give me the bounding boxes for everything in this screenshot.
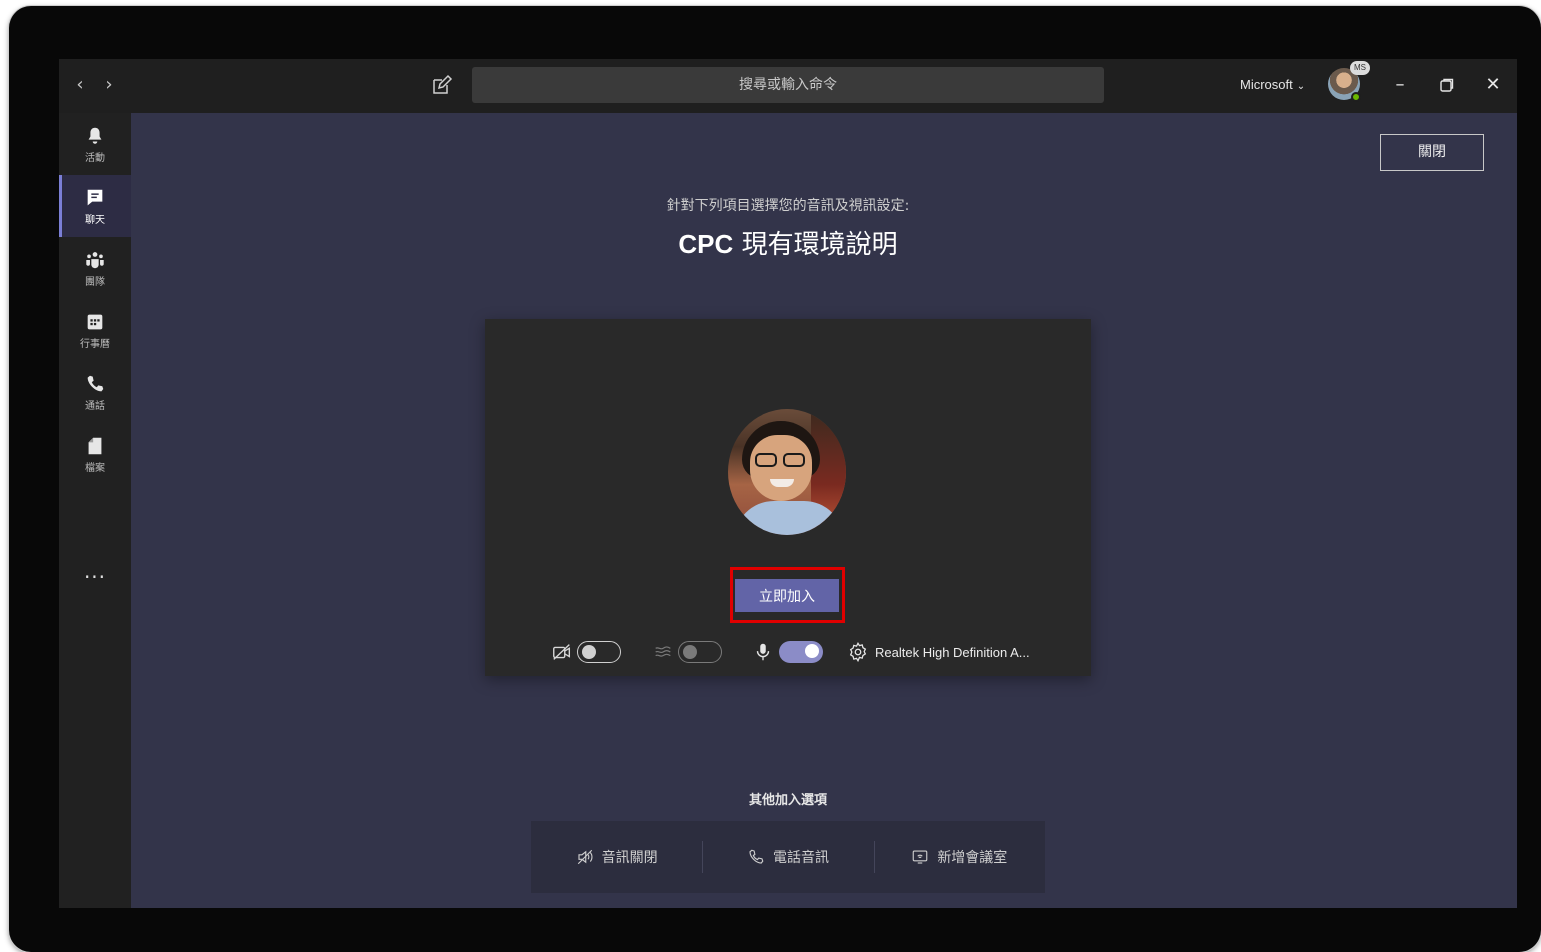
- calendar-icon: [87, 314, 103, 329]
- bell-icon: [88, 127, 102, 144]
- back-arrow-icon[interactable]: ‹: [69, 74, 91, 96]
- gear-icon[interactable]: [847, 641, 869, 663]
- add-room-option[interactable]: 新增會議室: [873, 821, 1045, 893]
- speaker-off-icon: [577, 849, 593, 865]
- meeting-title-prefix: CPC: [678, 229, 734, 259]
- user-avatar: [728, 409, 846, 535]
- rail-label: 活動: [85, 152, 105, 164]
- rail-label: 通話: [85, 400, 105, 412]
- audio-off-option[interactable]: 音訊關閉: [531, 821, 702, 893]
- option-label: 新增會議室: [937, 850, 1008, 866]
- device-controls: Realtek High Definition A...: [485, 637, 1091, 667]
- rail-item-calendar[interactable]: 行事曆: [59, 299, 131, 361]
- mic-toggle[interactable]: [779, 641, 823, 663]
- title-bar: ‹ › Microsoft⌄ MS – ✕: [59, 59, 1517, 113]
- device-preview-card: 立即加入 Realtek High Definition A...: [485, 319, 1091, 676]
- audio-device-label[interactable]: Realtek High Definition A...: [875, 645, 1030, 660]
- file-icon: [88, 437, 102, 454]
- phone-icon: [749, 849, 764, 864]
- restore-icon[interactable]: [1433, 71, 1461, 99]
- org-badge: MS: [1350, 61, 1370, 75]
- camera-off-icon: [553, 644, 571, 660]
- org-name: Microsoft: [1240, 77, 1293, 92]
- rail-label: 行事曆: [80, 338, 110, 350]
- teams-window: ‹ › Microsoft⌄ MS – ✕: [59, 59, 1517, 908]
- room-cast-icon: [913, 850, 928, 864]
- option-label: 電話音訊: [772, 850, 829, 866]
- rail-label: 團隊: [85, 276, 105, 288]
- minimize-icon[interactable]: –: [1386, 71, 1414, 99]
- rail-item-activity[interactable]: 活動: [59, 113, 131, 175]
- camera-toggle[interactable]: [577, 641, 621, 663]
- microphone-icon: [756, 643, 770, 661]
- rail-label: 檔案: [85, 462, 105, 474]
- close-button[interactable]: 關閉: [1380, 134, 1484, 171]
- search-input[interactable]: [472, 67, 1104, 103]
- join-now-button[interactable]: 立即加入: [735, 579, 839, 612]
- meeting-title-rest: 現有環境說明: [733, 230, 898, 260]
- forward-arrow-icon[interactable]: ›: [98, 74, 120, 96]
- other-join-options: 音訊關閉 電話音訊 新增會議室: [531, 821, 1045, 893]
- background-blur-icon: [655, 646, 671, 657]
- phone-audio-option[interactable]: 電話音訊: [702, 821, 873, 893]
- compose-icon[interactable]: [429, 74, 453, 98]
- other-join-options-title: 其他加入選項: [748, 793, 827, 808]
- org-switcher[interactable]: Microsoft ⌄: [1240, 77, 1305, 92]
- chevron-down-icon: ⌄: [1296, 81, 1306, 92]
- prejoin-subtitle: 針對下列項目選擇您的音訊及視訊設定:: [666, 198, 910, 214]
- blur-toggle[interactable]: [678, 641, 722, 663]
- meeting-title: CPC 現有環境說明: [59, 224, 1517, 261]
- phone-icon: [87, 375, 104, 391]
- device-frame: ‹ › Microsoft⌄ MS – ✕: [9, 6, 1541, 952]
- rail-item-calls[interactable]: 通話: [59, 361, 131, 423]
- presence-available-icon: [1351, 92, 1361, 102]
- more-apps-icon[interactable]: ...: [59, 561, 131, 589]
- close-window-icon[interactable]: ✕: [1479, 71, 1507, 99]
- option-label: 音訊關閉: [601, 850, 658, 866]
- rail-item-files[interactable]: 檔案: [59, 423, 131, 485]
